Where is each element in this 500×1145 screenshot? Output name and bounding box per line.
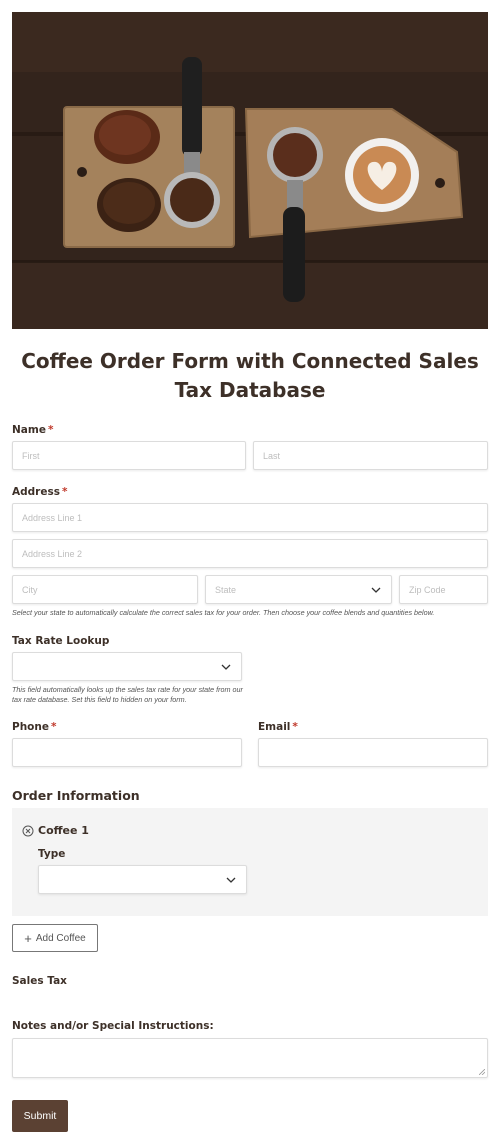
address-line1-input[interactable]: Address Line 1 bbox=[12, 503, 488, 532]
required-mark: * bbox=[50, 721, 57, 733]
coffee-type-label: Type bbox=[38, 848, 66, 860]
chevron-down-icon bbox=[226, 877, 236, 883]
required-mark: * bbox=[61, 486, 68, 498]
sales-tax-label: Sales Tax bbox=[12, 975, 67, 987]
chevron-down-icon bbox=[371, 587, 381, 593]
email-input[interactable] bbox=[258, 738, 488, 767]
state-select[interactable]: State bbox=[205, 575, 392, 604]
order-information-heading: Order Information bbox=[12, 788, 140, 803]
address-line1-placeholder: Address Line 1 bbox=[22, 512, 83, 523]
tax-rate-lookup-select[interactable] bbox=[12, 652, 242, 681]
address-label: Address * bbox=[12, 486, 68, 498]
notes-label: Notes and/or Special Instructions: bbox=[12, 1020, 214, 1032]
notes-textarea[interactable] bbox=[12, 1038, 488, 1078]
address-line2-input[interactable]: Address Line 2 bbox=[12, 539, 488, 568]
form-title: Coffee Order Form with Connected Sales T… bbox=[21, 349, 479, 402]
coffee-type-select[interactable] bbox=[38, 865, 247, 894]
email-label: Email * bbox=[258, 721, 298, 733]
phone-label: Phone * bbox=[12, 721, 57, 733]
hero-image bbox=[12, 12, 488, 329]
name-label: Name * bbox=[12, 424, 54, 436]
chevron-down-icon bbox=[221, 664, 231, 670]
required-mark: * bbox=[292, 721, 298, 733]
tax-rate-lookup-help-text: This field automatically looks up the sa… bbox=[12, 685, 243, 704]
first-name-input[interactable]: First bbox=[12, 441, 246, 470]
tax-rate-lookup-label: Tax Rate Lookup bbox=[12, 635, 110, 647]
submit-button[interactable]: Submit bbox=[12, 1100, 68, 1132]
coffee-item-title: Coffee 1 bbox=[38, 824, 89, 837]
remove-circle-icon[interactable] bbox=[22, 825, 34, 837]
resize-grip-icon[interactable] bbox=[479, 1069, 485, 1075]
zip-code-input[interactable]: Zip Code bbox=[399, 575, 488, 604]
add-coffee-button[interactable]: + Add Coffee bbox=[12, 924, 98, 952]
required-mark: * bbox=[47, 424, 54, 436]
phone-input[interactable] bbox=[12, 738, 242, 767]
last-name-input[interactable]: Last bbox=[253, 441, 488, 470]
plus-icon: + bbox=[24, 930, 32, 946]
first-name-placeholder: First bbox=[22, 450, 40, 461]
address-line2-placeholder: Address Line 2 bbox=[22, 548, 83, 559]
add-coffee-label: Add Coffee bbox=[35, 932, 86, 944]
city-placeholder: City bbox=[22, 584, 38, 595]
last-name-placeholder: Last bbox=[263, 450, 281, 461]
state-placeholder: State bbox=[215, 584, 237, 595]
address-help-text: Select your state to automatically calcu… bbox=[12, 608, 435, 617]
zip-code-placeholder: Zip Code bbox=[409, 584, 446, 595]
city-input[interactable]: City bbox=[12, 575, 198, 604]
